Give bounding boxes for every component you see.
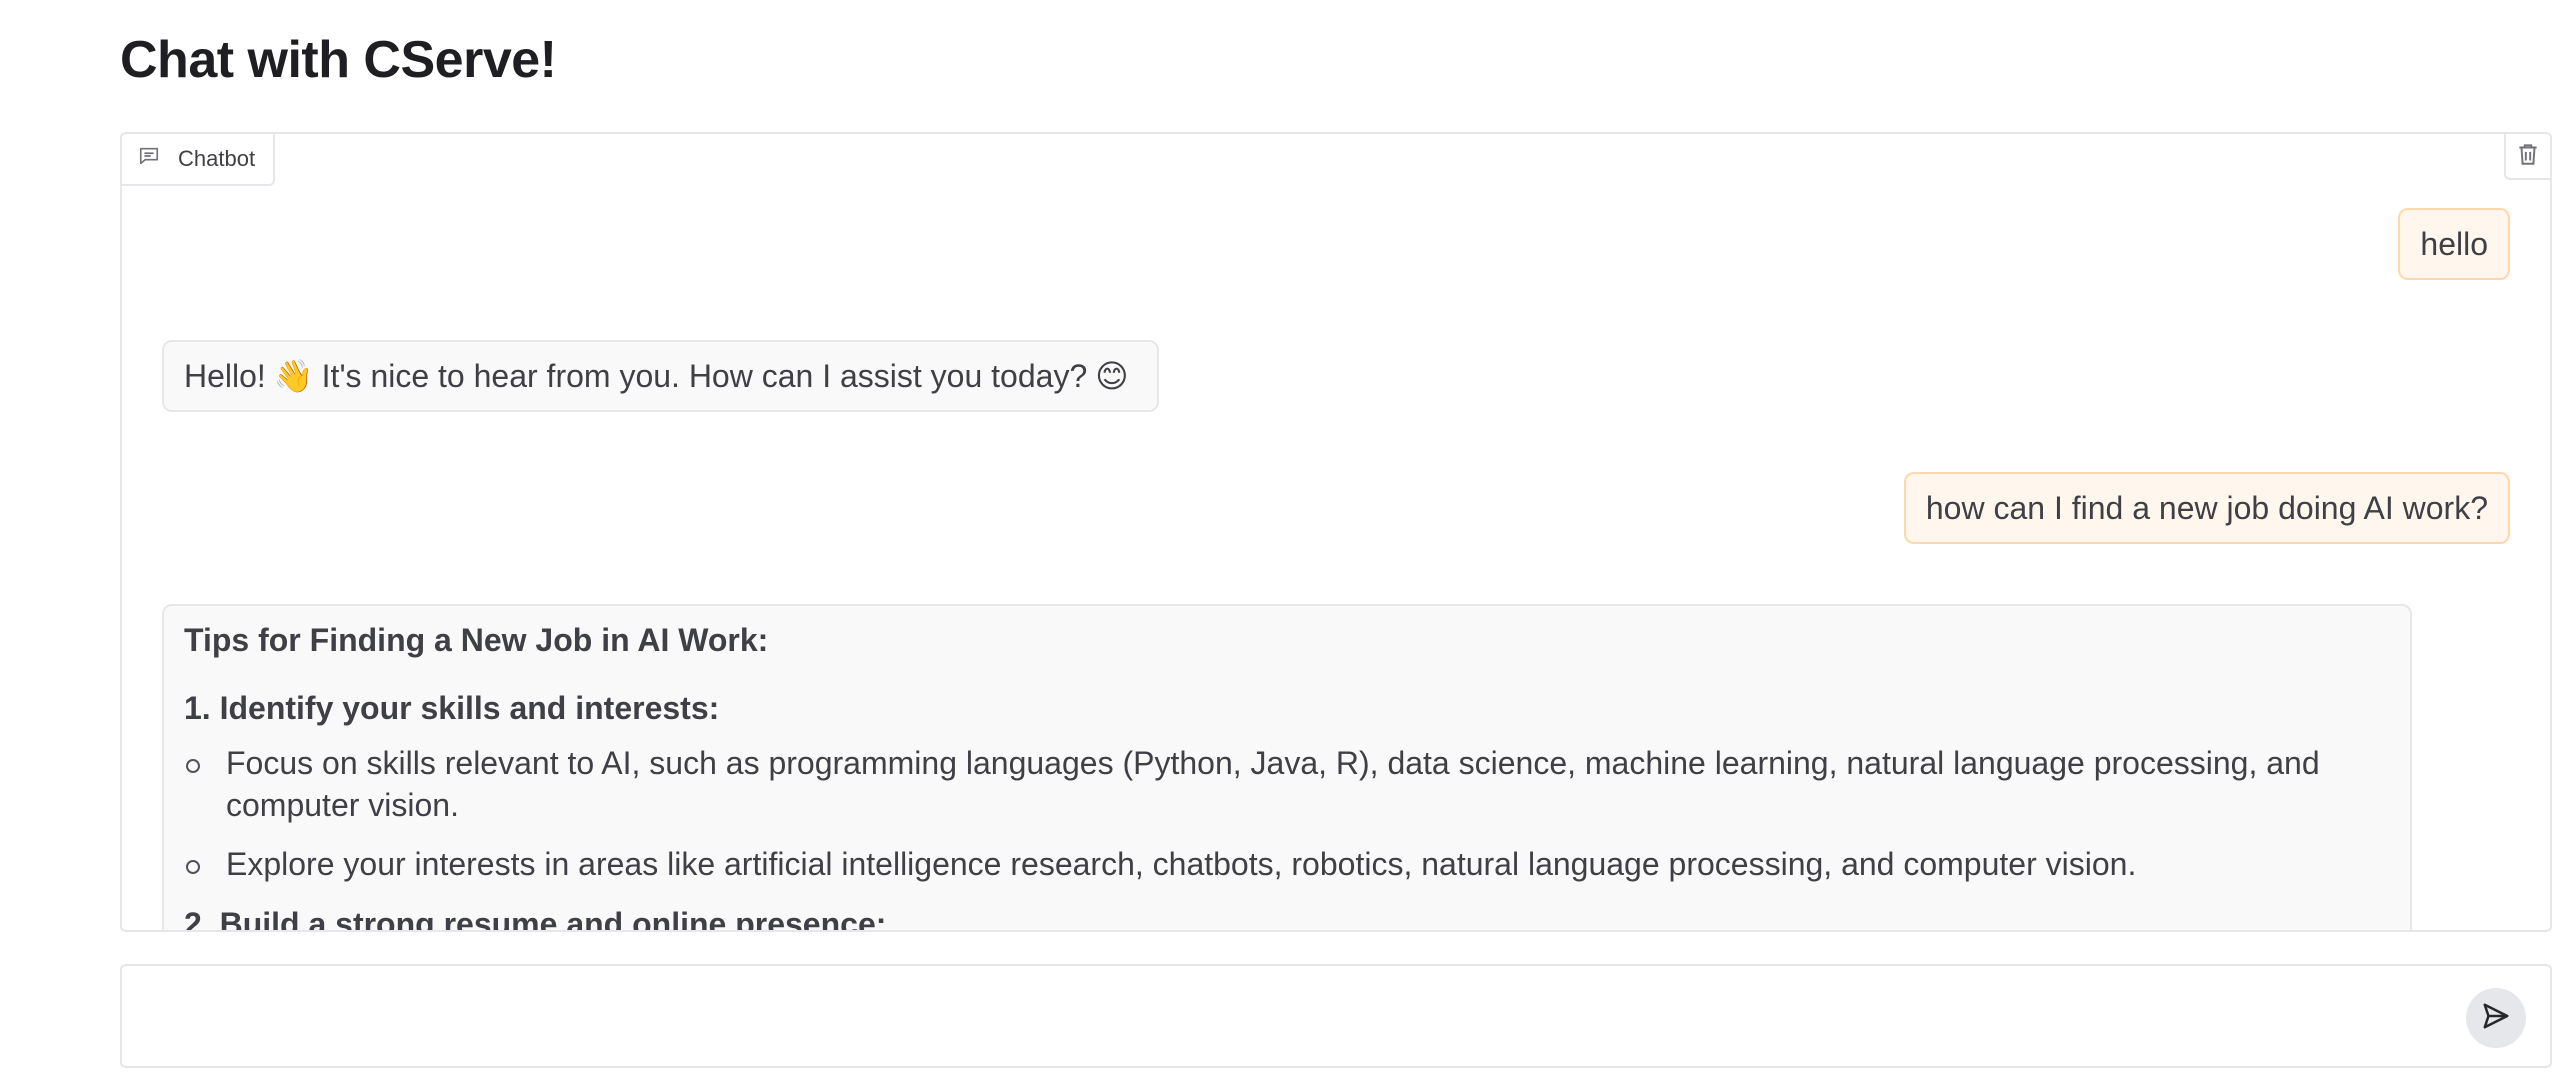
trash-icon — [2515, 141, 2541, 172]
chatbot-panel: Chatbot hello Hello! 👋 It's nice to hear… — [120, 132, 2552, 932]
bot-message: Tips for Finding a New Job in AI Work: 1… — [162, 604, 2412, 932]
message-input[interactable] — [122, 966, 2550, 1066]
section-title: 2. Build a strong resume and online pres… — [184, 905, 887, 932]
tip-list: Focus on skills relevant to AI, such as … — [184, 743, 2390, 886]
clear-chat-button[interactable] — [2504, 134, 2550, 180]
message-text: how can I find a new job doing AI work? — [1925, 490, 2488, 526]
user-message: how can I find a new job doing AI work? — [1903, 472, 2510, 544]
message-text: It's nice to hear from you. How can I as… — [321, 358, 1088, 394]
section-title: 1. Identify your skills and interests: — [184, 689, 720, 726]
message-input-container — [120, 964, 2552, 1068]
list-item: Explore your interests in areas like art… — [184, 844, 2390, 886]
bot-message: Hello! 👋 It's nice to hear from you. How… — [162, 340, 1159, 412]
send-button[interactable] — [2466, 988, 2526, 1048]
chatbot-label: Chatbot — [122, 134, 276, 186]
waving-hand-icon: 👋 — [273, 358, 314, 394]
list-item: Focus on skills relevant to AI, such as … — [184, 743, 2390, 826]
message-list: hello Hello! 👋 It's nice to hear from yo… — [122, 134, 2550, 930]
message-heading: Tips for Finding a New Job in AI Work: — [184, 622, 769, 658]
chat-bubble-icon — [138, 145, 160, 173]
message-text: hello — [2420, 226, 2488, 262]
message-text: Hello! — [184, 358, 266, 394]
page-title: Chat with CServe! — [120, 31, 557, 89]
smiling-face-icon: 😊 — [1095, 358, 1129, 394]
user-message: hello — [2398, 208, 2510, 280]
chatbot-label-text: Chatbot — [178, 146, 256, 171]
send-arrow-icon — [2481, 1001, 2511, 1036]
